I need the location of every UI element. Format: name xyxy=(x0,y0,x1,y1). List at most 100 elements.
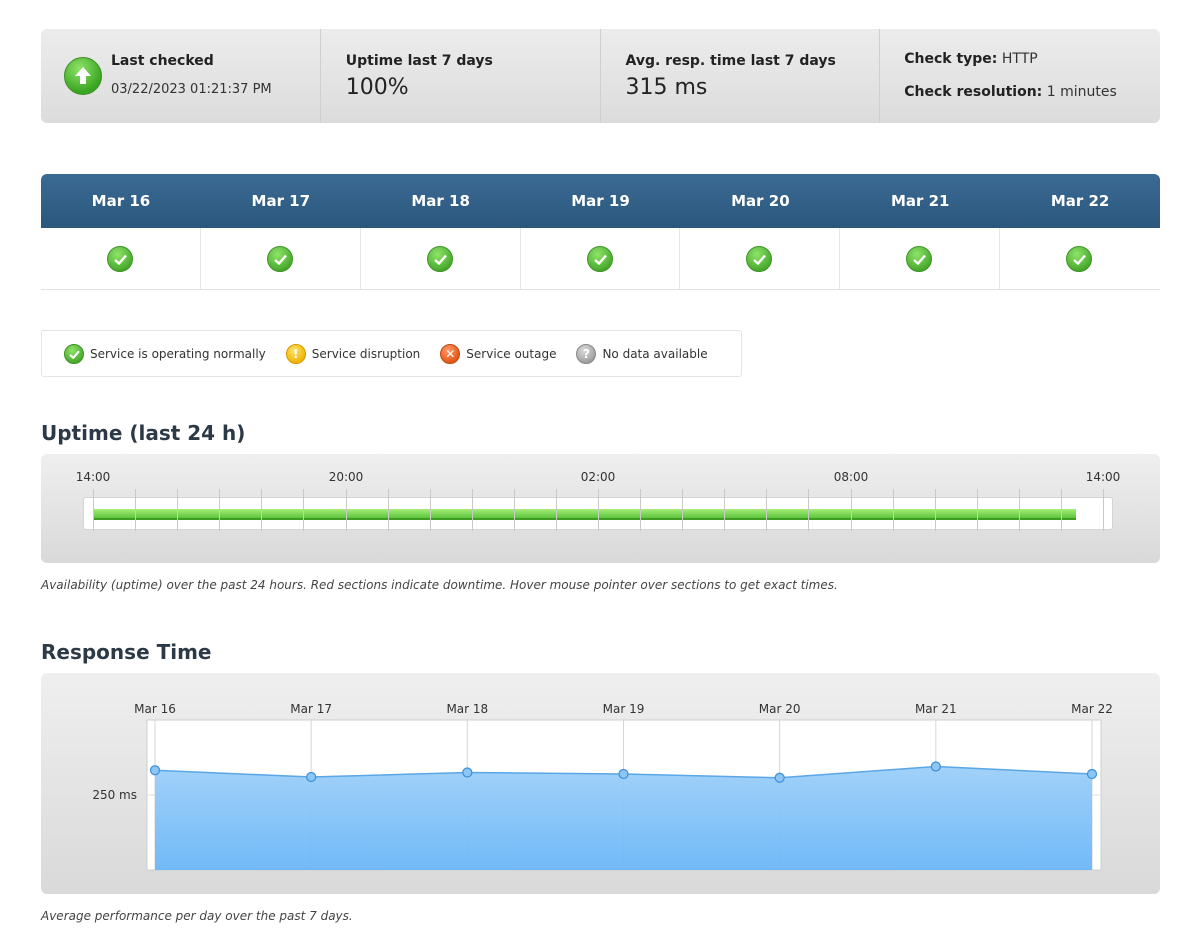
uptime-tick-label: 20:00 xyxy=(328,470,364,484)
uptime-tick-mark xyxy=(808,489,810,531)
data-point xyxy=(930,761,941,772)
uptime-tick-mark xyxy=(93,489,94,531)
uptime-tick-mark xyxy=(640,489,642,531)
uptime-tick-mark xyxy=(976,489,978,531)
status-legend: Service is operating normally ! Service … xyxy=(41,330,742,377)
day-header: Mar 20 xyxy=(731,192,790,210)
day-header: Mar 21 xyxy=(890,192,950,210)
uptime-tick-mark xyxy=(1018,489,1020,531)
check-ok-icon xyxy=(64,343,84,364)
avg-response-value: 315 ms xyxy=(625,75,708,100)
x-tick-label: Mar 16 xyxy=(134,702,176,716)
check-ok-icon xyxy=(746,246,773,272)
day-status-cell[interactable] xyxy=(680,228,841,289)
uptime-tick-mark xyxy=(177,489,179,531)
legend-item-normal: Service is operating normally xyxy=(64,343,266,364)
up-arrow-icon xyxy=(64,57,102,95)
uptime-tick-mark xyxy=(598,489,599,531)
uptime-tick-label: 02:00 xyxy=(580,470,616,484)
uptime-tick-mark xyxy=(1103,489,1104,531)
legend-label: Service is operating normally xyxy=(90,346,266,361)
x-tick-label: Mar 21 xyxy=(915,702,957,716)
check-ok-icon xyxy=(266,246,293,272)
outage-x-icon: ✕ xyxy=(440,343,461,364)
x-tick-label: Mar 17 xyxy=(290,702,332,716)
day-header: Mar 19 xyxy=(571,192,630,210)
legend-label: No data available xyxy=(602,346,708,361)
uptime-tick-mark xyxy=(724,489,726,531)
day-status-cell[interactable] xyxy=(840,228,1001,289)
uptime-section-title: Uptime (last 24 h) xyxy=(41,421,246,445)
response-chart-panel: 250 ms Mar 16 Mar 17 Mar 18 Mar 19 Mar 20 Mar … xyxy=(41,673,1160,894)
last-checked-value: 03/22/2023 01:21:37 PM xyxy=(111,82,272,97)
uptime-tick-mark xyxy=(135,489,137,531)
uptime-tick-mark xyxy=(682,489,684,531)
check-type-value: HTTP xyxy=(1001,51,1038,67)
uptime-tick-mark xyxy=(471,489,473,531)
data-point xyxy=(462,767,473,778)
day-status-cell[interactable] xyxy=(361,228,521,289)
day-status-cell[interactable] xyxy=(41,228,201,289)
check-ok-icon xyxy=(107,246,133,272)
uptime-tick-label: 14:00 xyxy=(75,470,111,484)
question-icon: ? xyxy=(576,343,597,364)
uptime-tick-mark xyxy=(850,489,852,531)
check-type-row: Check type: HTTP xyxy=(904,51,1037,67)
data-point xyxy=(618,768,629,780)
check-ok-icon xyxy=(1066,246,1093,272)
top-header-fragment xyxy=(0,0,1200,6)
legend-label: Service disruption xyxy=(311,346,421,361)
check-ok-icon xyxy=(426,246,453,272)
uptime-cell: Uptime last 7 days 100% xyxy=(321,29,601,123)
uptime-tick-label: 14:00 xyxy=(1085,470,1121,484)
x-tick-label: Mar 20 xyxy=(759,702,801,716)
check-resolution-value: 1 minutes xyxy=(1046,84,1117,100)
data-point xyxy=(306,771,317,783)
uptime-tick-mark xyxy=(555,489,557,531)
check-resolution-row: Check resolution: 1 minutes xyxy=(904,84,1117,100)
day-status-cell[interactable] xyxy=(201,228,361,289)
check-info-cell: Check type: HTTP Check resolution: 1 min… xyxy=(880,29,1160,123)
data-point xyxy=(774,772,785,783)
uptime-tick-mark xyxy=(219,489,221,531)
uptime-tick-mark xyxy=(345,489,347,531)
uptime-tick-mark xyxy=(1060,489,1062,531)
uptime-tick-label: 08:00 xyxy=(833,470,869,484)
day-header: Mar 22 xyxy=(1050,192,1110,210)
day-status-cell[interactable] xyxy=(521,228,681,289)
day-header: Mar 18 xyxy=(411,192,470,210)
uptime-tick-mark xyxy=(934,489,936,531)
legend-label: Service outage xyxy=(466,346,557,361)
check-resolution-label: Check resolution: xyxy=(904,84,1043,100)
x-tick-label: Mar 22 xyxy=(1071,702,1113,716)
check-ok-icon xyxy=(906,246,933,272)
legend-item-nodata: ? No data available xyxy=(576,343,708,364)
day-header: Mar 16 xyxy=(91,192,151,210)
x-tick-label: Mar 19 xyxy=(603,702,645,716)
uptime-bar[interactable] xyxy=(94,509,1076,520)
y-tick-label: 250 ms xyxy=(92,788,137,802)
day-header: Mar 17 xyxy=(251,192,311,210)
uptime-tick-mark xyxy=(513,489,515,531)
uptime-tick-mark xyxy=(766,489,768,531)
response-area xyxy=(155,766,1092,870)
legend-item-outage: ✕ Service outage xyxy=(440,343,557,364)
uptime-tick-mark xyxy=(303,489,305,531)
x-tick-label: Mar 18 xyxy=(446,702,488,716)
uptime-tick-mark xyxy=(387,489,389,531)
uptime-tick-mark xyxy=(892,489,894,531)
uptime-caption: Availability (uptime) over the past 24 h… xyxy=(41,578,838,592)
weekly-status-row xyxy=(41,228,1160,290)
uptime-tick-mark xyxy=(429,489,431,531)
response-caption: Average performance per day over the pas… xyxy=(41,909,353,923)
avg-response-label: Avg. resp. time last 7 days xyxy=(625,53,836,69)
last-checked-cell: Last checked 03/22/2023 01:21:37 PM xyxy=(41,29,321,123)
uptime-value: 100% xyxy=(345,75,409,100)
day-status-cell[interactable] xyxy=(1000,228,1160,289)
uptime-tick-mark xyxy=(261,489,263,531)
check-ok-icon xyxy=(586,246,613,272)
data-point xyxy=(1086,768,1098,780)
response-section-title: Response Time xyxy=(41,640,212,664)
weekly-status-table: Mar 16 Mar 17 Mar 18 Mar 19 Mar 20 Mar 2… xyxy=(41,174,1160,290)
weekly-status-header: Mar 16 Mar 17 Mar 18 Mar 19 Mar 20 Mar 2… xyxy=(41,174,1160,228)
